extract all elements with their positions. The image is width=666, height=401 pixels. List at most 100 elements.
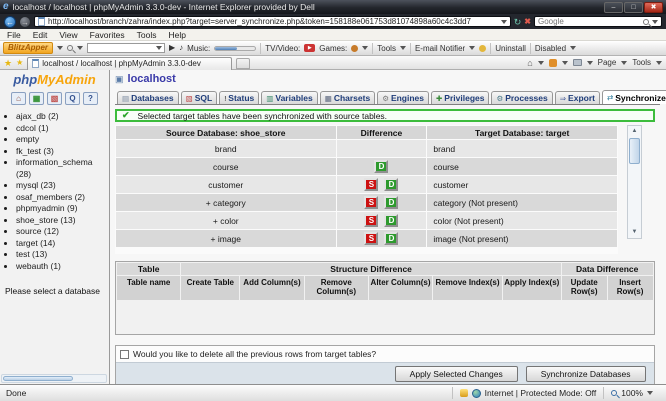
tab-synchronize[interactable]: ⇄Synchronize [602, 90, 666, 104]
server-name[interactable]: localhost [128, 73, 176, 85]
new-tab-stub[interactable] [236, 58, 250, 69]
maximize-button[interactable]: □ [624, 2, 643, 13]
stop-button[interactable]: ✖ [524, 16, 531, 28]
data-diff-button[interactable]: D [374, 160, 388, 173]
pma-docs-icon[interactable]: Q [65, 92, 80, 105]
disabled-label[interactable]: Disabled [535, 44, 566, 53]
play-icon[interactable]: ▶ [169, 42, 175, 54]
database-item[interactable]: test (13) [16, 249, 109, 261]
scroll-down-icon[interactable]: ▼ [632, 227, 638, 238]
tv-video-label[interactable]: TV/Video: [265, 44, 300, 53]
page-menu-button[interactable]: Page [598, 58, 617, 67]
database-item[interactable]: fk_test (3) [16, 146, 109, 158]
tab-charsets[interactable]: ▦Charsets [320, 91, 375, 104]
database-item[interactable]: source (12) [16, 226, 109, 238]
games-dropdown-icon[interactable] [362, 46, 368, 50]
menu-edit[interactable]: Edit [33, 30, 48, 40]
home-icon[interactable]: ⌂ [11, 92, 26, 105]
data-diff-button[interactable]: D [384, 196, 398, 209]
games-icon[interactable] [351, 45, 358, 52]
toolbar-search-dropdown-icon[interactable] [77, 46, 83, 50]
print-icon[interactable] [573, 59, 582, 66]
back-button[interactable]: ← [4, 16, 16, 28]
search-icon[interactable] [643, 19, 649, 25]
tab-privileges[interactable]: ✚Privileges [431, 91, 489, 104]
database-item[interactable]: target (14) [16, 238, 109, 250]
toolbar-combo-box[interactable] [87, 43, 165, 53]
tools-dropdown-icon[interactable] [400, 46, 406, 50]
scroll-up-icon[interactable]: ▲ [632, 126, 638, 137]
brand-dropdown-icon[interactable] [57, 46, 63, 50]
add-favorite-icon[interactable]: ★ [16, 57, 23, 69]
combo-dropdown-icon[interactable] [156, 46, 162, 50]
favorites-icon[interactable]: ★ [4, 57, 12, 69]
tab-export[interactable]: ⇒Export [555, 91, 600, 104]
structure-diff-button[interactable]: S [364, 196, 378, 209]
structure-diff-button[interactable]: S [364, 214, 378, 227]
print-dropdown-icon[interactable] [587, 61, 593, 65]
page-dropdown-icon[interactable] [621, 61, 627, 65]
url-text[interactable]: http://localhost/branch/zahra/index.php?… [48, 17, 498, 26]
structure-diff-button[interactable]: S [364, 178, 378, 191]
menu-file[interactable]: File [7, 30, 21, 40]
menu-tools[interactable]: Tools [137, 30, 157, 40]
structure-diff-button[interactable]: S [364, 232, 378, 245]
database-item[interactable]: phpmyadmin (9) [16, 203, 109, 215]
music-slider[interactable] [214, 46, 256, 51]
tab-sql[interactable]: ▧SQL [181, 91, 218, 104]
tab-variables[interactable]: ▥Variables [261, 91, 317, 104]
status-zoom-segment[interactable]: 100% [603, 387, 660, 399]
email-dropdown-icon[interactable] [469, 46, 475, 50]
data-diff-button[interactable]: D [384, 232, 398, 245]
database-item[interactable]: empty [16, 134, 109, 146]
database-item[interactable]: mysql (23) [16, 180, 109, 192]
email-notifier-label[interactable]: E-mail Notifier [415, 44, 465, 53]
address-dropdown-icon[interactable] [501, 20, 507, 24]
uninstall-label[interactable]: Uninstall [495, 44, 526, 53]
feeds-icon[interactable] [549, 59, 557, 67]
forward-button[interactable]: → [19, 16, 31, 28]
database-item[interactable]: shoe_store (13) [16, 215, 109, 227]
pma-logo[interactable]: phpMyAdmin [0, 73, 109, 87]
zoom-level-text[interactable]: 100% [621, 388, 643, 398]
disabled-dropdown-icon[interactable] [570, 46, 576, 50]
zoom-dropdown-icon[interactable] [647, 391, 653, 395]
sql-window-icon[interactable]: ▦ [29, 92, 44, 105]
sync-vertical-scrollbar[interactable]: ▲ ▼ [627, 125, 642, 239]
home-dropdown-icon[interactable] [538, 61, 544, 65]
mysql-docs-icon[interactable]: ? [83, 92, 98, 105]
menu-view[interactable]: View [59, 30, 77, 40]
feeds-dropdown-icon[interactable] [562, 61, 568, 65]
address-field[interactable]: http://localhost/branch/zahra/index.php?… [34, 16, 511, 27]
tab-processes[interactable]: ⚙Processes [491, 91, 552, 104]
database-item[interactable]: osaf_members (2) [16, 192, 109, 204]
tab-databases[interactable]: ▤Databases [117, 91, 179, 104]
close-button[interactable]: ✖ [644, 2, 663, 13]
data-diff-button[interactable]: D [384, 214, 398, 227]
games-label[interactable]: Games: [319, 44, 347, 53]
search-input[interactable] [538, 17, 640, 26]
video-icon[interactable]: ▶ [304, 44, 315, 52]
sidebar-horizontal-scrollbar[interactable] [1, 374, 107, 383]
apply-selected-changes-button[interactable]: Apply Selected Changes [395, 366, 518, 382]
database-item[interactable]: cdcol (1) [16, 123, 109, 135]
tab-status[interactable]: !Status [219, 91, 259, 104]
tools-label[interactable]: Tools [377, 44, 396, 53]
tab-engines[interactable]: ⚙Engines [377, 91, 429, 104]
database-item[interactable]: information_schema (28) [16, 157, 109, 180]
scrollbar-thumb[interactable] [3, 376, 73, 381]
search-dropdown-icon[interactable] [652, 20, 658, 24]
delete-rows-label[interactable]: Would you like to delete all the previou… [133, 349, 376, 359]
search-box[interactable] [534, 16, 662, 27]
tools-dropdown-icon[interactable] [656, 61, 662, 65]
data-diff-button[interactable]: D [384, 178, 398, 191]
browser-tab[interactable]: localhost / localhost | phpMyAdmin 3.3.0… [27, 57, 232, 70]
menu-help[interactable]: Help [168, 30, 185, 40]
delete-rows-checkbox[interactable] [120, 350, 129, 359]
database-item[interactable]: webauth (1) [16, 261, 109, 273]
minimize-button[interactable]: – [604, 2, 623, 13]
logout-icon[interactable]: ▧ [47, 92, 62, 105]
refresh-button[interactable]: ↻ [514, 16, 522, 28]
tools-menu-button[interactable]: Tools [632, 58, 651, 67]
home-icon[interactable]: ⌂ [527, 58, 532, 68]
